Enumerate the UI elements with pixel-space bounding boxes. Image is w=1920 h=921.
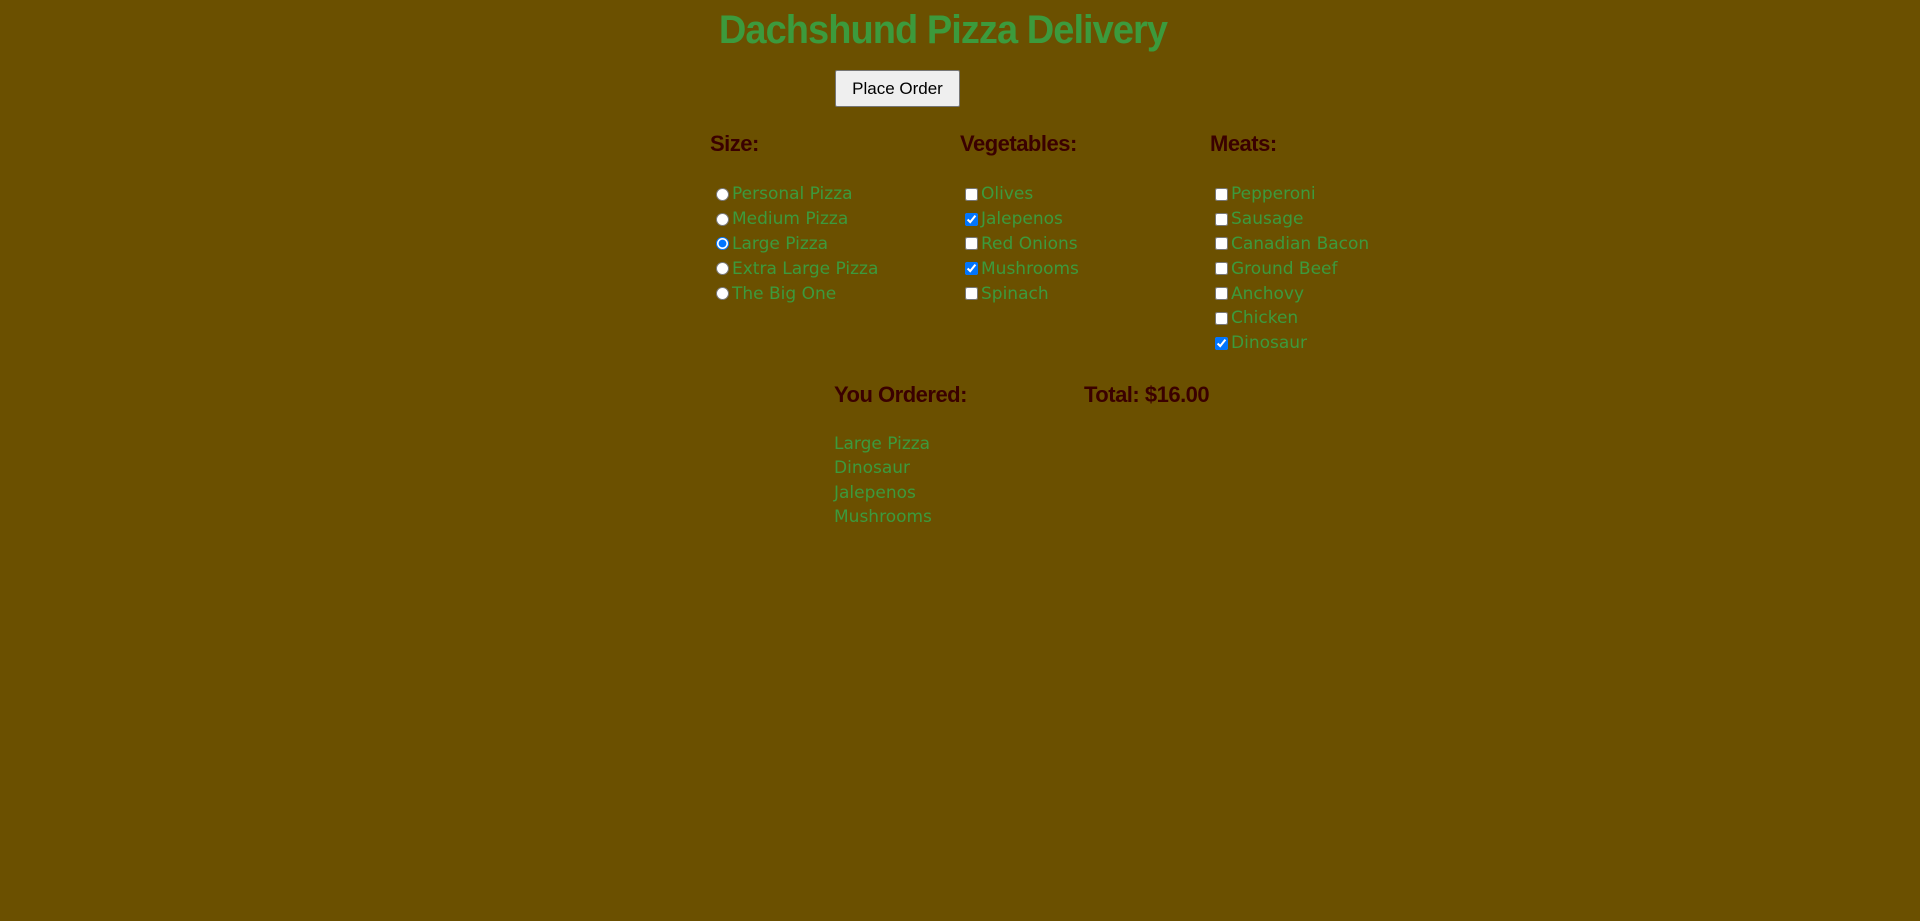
meat-option-anchovy[interactable]: Anchovy (1212, 281, 1369, 306)
size-options: Personal Pizza Medium Pizza Large Pizza … (713, 182, 878, 306)
meat-option-dinosaur[interactable]: Dinosaur (1212, 331, 1369, 356)
vegetable-option-label: Olives (981, 184, 1034, 205)
meat-option-canadian-bacon[interactable]: Canadian Bacon (1212, 232, 1369, 257)
ordered-items-list: Large Pizza Dinosaur Jalepenos Mushrooms (834, 432, 932, 530)
vegetable-option-spinach[interactable]: Spinach (962, 281, 1079, 306)
place-order-button[interactable]: Place Order (835, 70, 960, 107)
size-option-label: Large Pizza (732, 233, 829, 254)
size-option-label: Extra Large Pizza (732, 258, 879, 279)
meat-checkbox-dinosaur[interactable] (1215, 336, 1228, 350)
size-option-label: Personal Pizza (732, 184, 853, 205)
vegetable-checkbox-jalepenos[interactable] (965, 212, 978, 226)
order-total: Total: $16.00 (1084, 382, 1210, 407)
meat-option-label: Dinosaur (1231, 333, 1308, 354)
size-option-extra-large[interactable]: Extra Large Pizza (713, 256, 878, 281)
size-option-label: Medium Pizza (732, 209, 849, 230)
size-radio-personal[interactable] (716, 187, 729, 201)
you-ordered-heading: You Ordered: (834, 382, 967, 407)
meat-option-chicken[interactable]: Chicken (1212, 306, 1369, 331)
vegetable-option-jalepenos[interactable]: Jalepenos (962, 207, 1079, 232)
size-option-big-one[interactable]: The Big One (713, 281, 878, 306)
ordered-item: Large Pizza (834, 434, 931, 454)
size-radio-large[interactable] (716, 237, 729, 251)
ordered-item: Jalepenos (834, 482, 916, 503)
vegetable-option-label: Red Onions (981, 233, 1078, 254)
meat-checkbox-ground-beef[interactable] (1215, 262, 1228, 276)
meat-checkbox-anchovy[interactable] (1215, 287, 1228, 301)
vegetable-option-red-onions[interactable]: Red Onions (962, 232, 1079, 257)
vegetable-checkbox-mushrooms[interactable] (965, 262, 978, 276)
vegetable-options: Olives Jalepenos Red Onions Mushrooms Sp… (962, 182, 1079, 306)
meat-option-label: Pepperoni (1231, 184, 1316, 205)
vegetable-option-label: Mushrooms (981, 258, 1079, 279)
size-heading: Size: (710, 131, 759, 156)
meat-options: Pepperoni Sausage Canadian Bacon Ground … (1212, 182, 1369, 356)
meats-heading: Meats: (1210, 131, 1277, 156)
vegetable-option-mushrooms[interactable]: Mushrooms (962, 256, 1079, 281)
meat-checkbox-canadian-bacon[interactable] (1215, 237, 1228, 251)
meat-option-label: Anchovy (1231, 283, 1305, 304)
vegetables-heading: Vegetables: (960, 131, 1077, 156)
vegetable-option-label: Jalepenos (981, 209, 1063, 230)
size-option-label: The Big One (732, 283, 837, 304)
meat-option-ground-beef[interactable]: Ground Beef (1212, 256, 1369, 281)
meat-option-label: Ground Beef (1231, 258, 1338, 279)
meat-checkbox-pepperoni[interactable] (1215, 187, 1228, 201)
size-radio-extra-large[interactable] (716, 262, 729, 276)
size-radio-medium[interactable] (716, 212, 729, 226)
meat-checkbox-chicken[interactable] (1215, 311, 1228, 325)
ordered-item: Mushrooms (834, 507, 932, 528)
meat-option-sausage[interactable]: Sausage (1212, 207, 1369, 232)
meat-option-label: Canadian Bacon (1231, 233, 1370, 254)
page-title: Dachshund Pizza Delivery (718, 8, 1168, 52)
vegetable-option-olives[interactable]: Olives (962, 182, 1079, 207)
meat-option-pepperoni[interactable]: Pepperoni (1212, 182, 1369, 207)
vegetable-checkbox-olives[interactable] (965, 187, 978, 201)
size-option-medium[interactable]: Medium Pizza (713, 207, 878, 232)
size-option-large[interactable]: Large Pizza (713, 232, 878, 257)
meat-checkbox-sausage[interactable] (1215, 212, 1228, 226)
meat-option-label: Chicken (1231, 308, 1299, 329)
vegetable-option-label: Spinach (981, 283, 1049, 304)
size-option-personal[interactable]: Personal Pizza (713, 182, 878, 207)
vegetable-checkbox-spinach[interactable] (965, 287, 978, 301)
meat-option-label: Sausage (1231, 209, 1304, 230)
size-radio-big-one[interactable] (716, 287, 729, 301)
vegetable-checkbox-red-onions[interactable] (965, 237, 978, 251)
ordered-item: Dinosaur (834, 458, 911, 479)
